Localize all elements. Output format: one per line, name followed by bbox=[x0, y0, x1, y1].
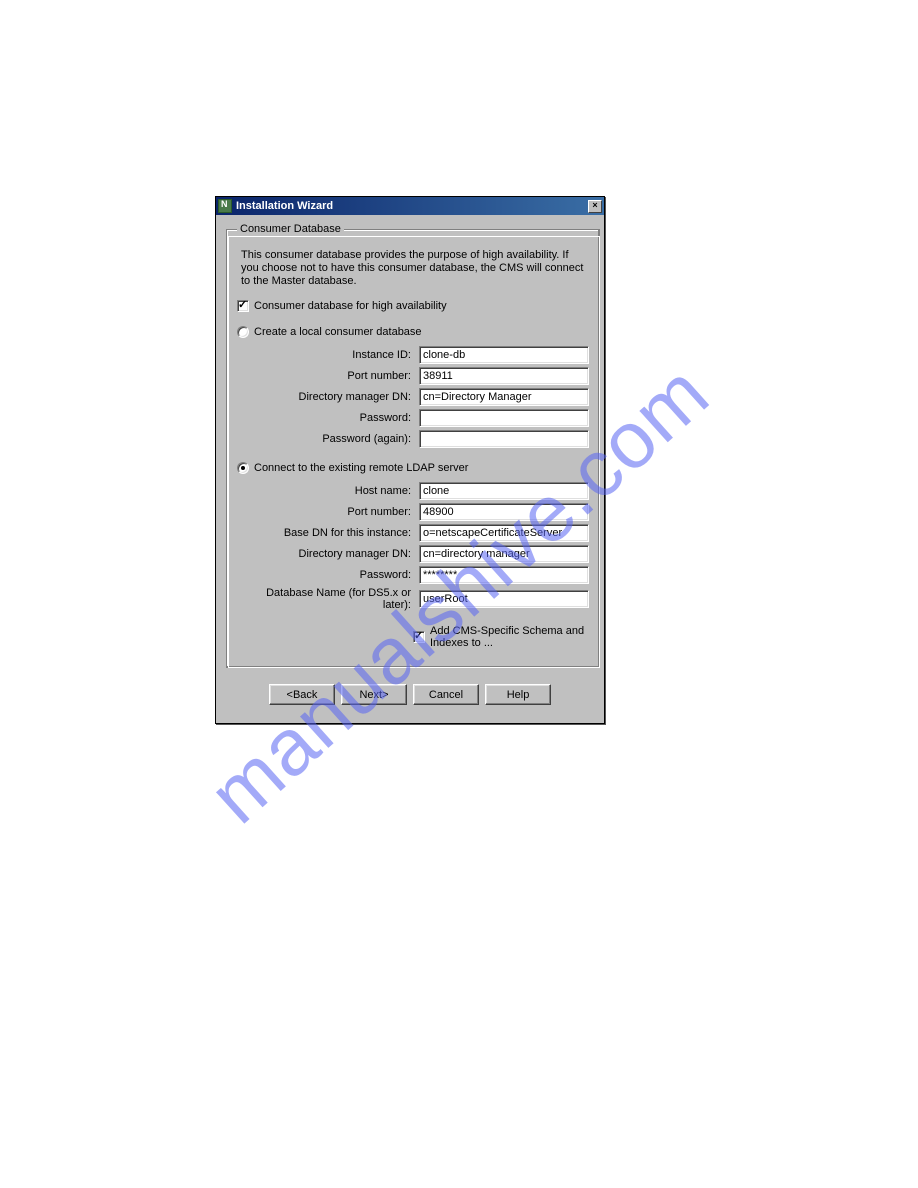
instance-id-input[interactable]: clone-db bbox=[419, 346, 589, 364]
base-dn-label: Base DN for this instance: bbox=[243, 527, 413, 539]
app-icon bbox=[218, 199, 232, 213]
remote-dmdn-label: Directory manager DN: bbox=[243, 548, 413, 560]
local-password-again-label: Password (again): bbox=[243, 433, 413, 445]
local-password-input[interactable] bbox=[419, 409, 589, 427]
next-button[interactable]: Next> bbox=[341, 684, 407, 705]
local-port-label: Port number: bbox=[243, 370, 413, 382]
cancel-button[interactable]: Cancel bbox=[413, 684, 479, 705]
schema-checkbox-row[interactable]: Add CMS-Specific Schema and Indexes to .… bbox=[413, 625, 589, 649]
button-bar: <Back Next> Cancel Help bbox=[226, 674, 594, 715]
db-name-input[interactable]: userRoot bbox=[419, 590, 589, 608]
local-port-input[interactable]: 38911 bbox=[419, 367, 589, 385]
titlebar: Installation Wizard × bbox=[216, 197, 604, 215]
local-dmdn-label: Directory manager DN: bbox=[243, 391, 413, 403]
create-local-radio-label: Create a local consumer database bbox=[254, 326, 422, 338]
group-description: This consumer database provides the purp… bbox=[241, 249, 589, 288]
ha-checkbox[interactable] bbox=[237, 300, 249, 312]
create-local-radio-row[interactable]: Create a local consumer database bbox=[237, 326, 589, 338]
local-dmdn-input[interactable]: cn=Directory Manager bbox=[419, 388, 589, 406]
remote-port-label: Port number: bbox=[243, 506, 413, 518]
consumer-database-group: Consumer Database This consumer database… bbox=[226, 223, 600, 668]
remote-dmdn-input[interactable]: cn=directory manager bbox=[419, 545, 589, 563]
db-name-label: Database Name (for DS5.x or later): bbox=[243, 587, 413, 611]
base-dn-input[interactable]: o=netscapeCertificateServer bbox=[419, 524, 589, 542]
schema-checkbox[interactable] bbox=[413, 631, 425, 643]
local-fields: Instance ID: clone-db Port number: 38911… bbox=[243, 346, 589, 448]
group-legend: Consumer Database bbox=[237, 223, 344, 235]
local-password-label: Password: bbox=[243, 412, 413, 424]
schema-checkbox-label: Add CMS-Specific Schema and Indexes to .… bbox=[430, 625, 589, 649]
remote-ldap-radio-row[interactable]: Connect to the existing remote LDAP serv… bbox=[237, 462, 589, 474]
dialog-title: Installation Wizard bbox=[236, 200, 588, 212]
host-input[interactable]: clone bbox=[419, 482, 589, 500]
installation-wizard-dialog: Installation Wizard × Consumer Database … bbox=[215, 196, 605, 724]
remote-password-label: Password: bbox=[243, 569, 413, 581]
remote-fields: Host name: clone Port number: 48900 Base… bbox=[243, 482, 589, 611]
local-password-again-input[interactable] bbox=[419, 430, 589, 448]
host-label: Host name: bbox=[243, 485, 413, 497]
ha-checkbox-row[interactable]: Consumer database for high availability bbox=[237, 300, 589, 312]
remote-port-input[interactable]: 48900 bbox=[419, 503, 589, 521]
remote-ldap-radio[interactable] bbox=[237, 462, 249, 474]
close-button[interactable]: × bbox=[588, 200, 602, 213]
ha-checkbox-label: Consumer database for high availability bbox=[254, 300, 447, 312]
dialog-content: Consumer Database This consumer database… bbox=[216, 215, 604, 723]
back-button[interactable]: <Back bbox=[269, 684, 335, 705]
remote-password-input[interactable]: ******** bbox=[419, 566, 589, 584]
instance-id-label: Instance ID: bbox=[243, 349, 413, 361]
create-local-radio[interactable] bbox=[237, 326, 249, 338]
help-button[interactable]: Help bbox=[485, 684, 551, 705]
remote-ldap-radio-label: Connect to the existing remote LDAP serv… bbox=[254, 462, 468, 474]
